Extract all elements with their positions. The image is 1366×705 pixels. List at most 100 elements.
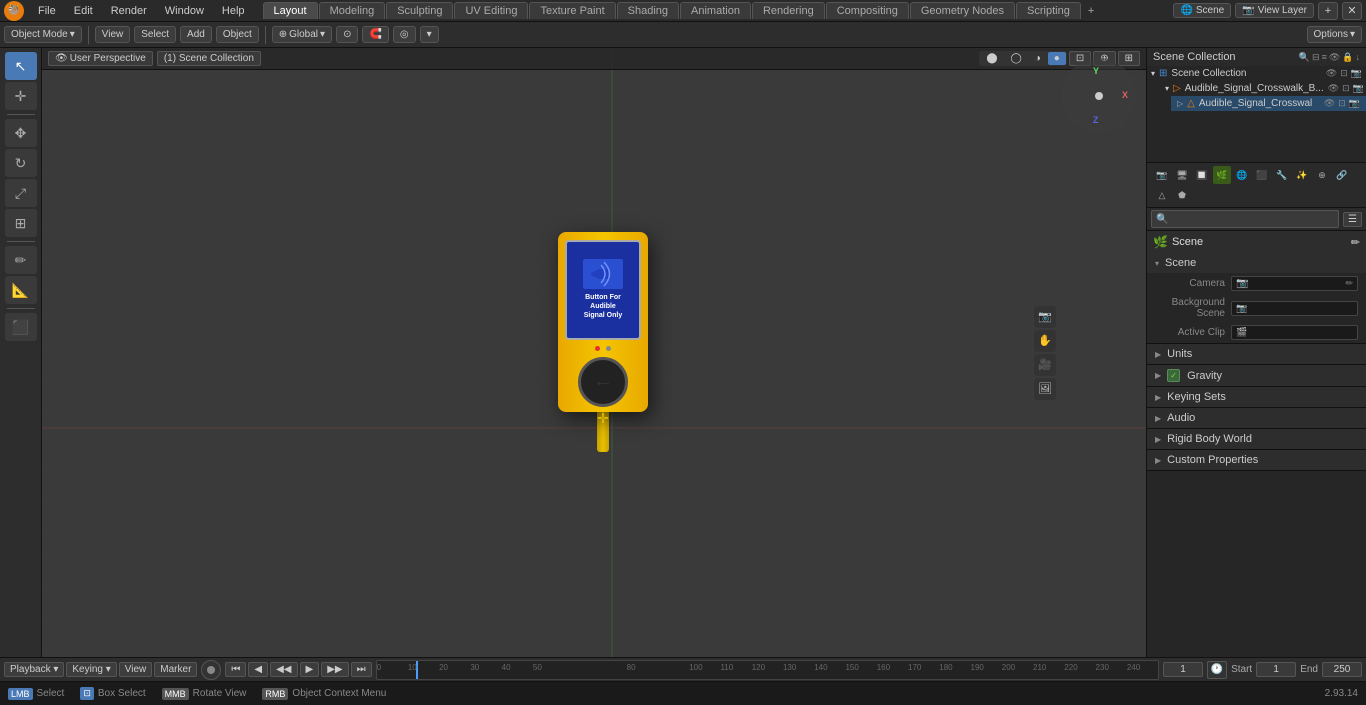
gravity-checkbox[interactable]: ✓ <box>1167 369 1180 382</box>
select-tool[interactable]: ↖ <box>5 52 37 80</box>
active-clip-value[interactable]: 🎬 <box>1231 325 1358 340</box>
props-tab-data[interactable]: △ <box>1153 186 1171 204</box>
item1-render-icon[interactable]: 📷 <box>1353 83 1364 94</box>
tab-uv-editing[interactable]: UV Editing <box>454 2 528 19</box>
units-section-header[interactable]: ▶ Units <box>1147 344 1366 364</box>
tab-sculpting[interactable]: Sculpting <box>386 2 453 19</box>
current-frame-input[interactable]: 1 <box>1163 662 1203 677</box>
jump-start-btn[interactable]: ⏮ <box>225 662 246 677</box>
menu-help[interactable]: Help <box>214 3 253 19</box>
next-frame-btn[interactable]: ▶▶ <box>321 662 348 677</box>
add-menu[interactable]: Add <box>180 26 212 43</box>
visibility-icon[interactable]: 👁 <box>1326 68 1337 79</box>
menu-window[interactable]: Window <box>157 3 212 19</box>
gravity-section-header[interactable]: ▶ ✓ Gravity <box>1147 365 1366 386</box>
lock-icon[interactable]: 🔒 <box>1342 52 1353 63</box>
camera-track-tool[interactable]: 🎥 <box>1034 354 1056 376</box>
tab-texture-paint[interactable]: Texture Paint <box>529 2 615 19</box>
props-tab-physics[interactable]: ⊕ <box>1313 166 1331 184</box>
jump-end-btn[interactable]: ⏭ <box>351 662 372 677</box>
reverse-play-btn[interactable]: ◀◀ <box>270 662 297 677</box>
tab-compositing[interactable]: Compositing <box>826 2 909 19</box>
gizmo-y-axis[interactable]: Y <box>1093 66 1099 76</box>
filter-icon[interactable]: 🔍 <box>1299 52 1310 63</box>
props-tab-constraints[interactable]: 🔗 <box>1333 166 1351 184</box>
viewport-solid-mode[interactable]: ⬤ <box>980 52 1003 65</box>
measure-tool[interactable]: 📐 <box>5 276 37 304</box>
start-frame-input[interactable]: 1 <box>1256 662 1296 677</box>
rigid-body-section-header[interactable]: ▶ Rigid Body World <box>1147 429 1366 449</box>
remove-scene-button[interactable]: ✕ <box>1342 2 1362 20</box>
background-scene-value[interactable]: 📷 <box>1231 301 1358 316</box>
viewport-view-btn[interactable]: 👁 User Perspective <box>48 51 153 66</box>
audio-section-header[interactable]: ▶ Audio <box>1147 408 1366 428</box>
timeline-record-btn[interactable] <box>201 660 221 680</box>
cursor-tool[interactable]: ✛ <box>5 82 37 110</box>
outliner-item-object2[interactable]: ▷ △ Audible_Signal_Crosswal 👁 ⊡ 📷 <box>1171 96 1366 111</box>
object-menu[interactable]: Object <box>216 26 259 43</box>
camera-view-tool[interactable]: 📷 <box>1034 306 1056 328</box>
props-tab-object[interactable]: ⬛ <box>1253 166 1271 184</box>
outliner-item-object1[interactable]: ▾ ▷ Audible_Signal_Crosswalk_B... 👁 ⊡ 📷 <box>1159 81 1366 96</box>
menu-file[interactable]: File <box>30 3 64 19</box>
viewport-wireframe-mode[interactable]: ◯ <box>1005 52 1028 65</box>
gizmo-z-axis[interactable]: Z <box>1093 115 1099 125</box>
viewport-material-mode[interactable]: ◑ <box>1029 52 1047 65</box>
funnel-icon[interactable]: ⊟ <box>1312 52 1320 63</box>
viewport[interactable]: 👁 User Perspective (1) Scene Collection … <box>42 48 1146 657</box>
annotate-tool[interactable]: ✏ <box>5 246 37 274</box>
pivot-point[interactable]: ⊙ <box>336 26 358 43</box>
view-menu[interactable]: View <box>95 26 131 43</box>
render-icon[interactable]: 📷 <box>1351 68 1362 79</box>
filter-button[interactable]: ☰ <box>1343 212 1362 227</box>
item1-viewport-icon[interactable]: ⊡ <box>1342 83 1350 94</box>
render-tool[interactable]: 🖼 <box>1034 378 1056 400</box>
tab-geometry-nodes[interactable]: Geometry Nodes <box>910 2 1015 19</box>
tab-rendering[interactable]: Rendering <box>752 2 825 19</box>
proportional-edit[interactable]: ◎ <box>393 26 416 43</box>
tab-animation[interactable]: Animation <box>680 2 751 19</box>
add-cube-tool[interactable]: ⬛ <box>5 313 37 341</box>
snap-toggle[interactable]: 🧲 <box>362 26 388 43</box>
eye-icon[interactable]: 👁 <box>1329 52 1340 63</box>
item2-viewport-icon[interactable]: ⊡ <box>1338 98 1346 109</box>
menu-edit[interactable]: Edit <box>66 3 101 19</box>
sort-icon[interactable]: ≡ <box>1322 52 1327 63</box>
timeline-area[interactable]: 0 10 20 30 40 50 80 100 110 120 130 140 … <box>376 660 1159 680</box>
proportional-dropdown[interactable]: ▾ <box>420 26 439 43</box>
viewport-icon[interactable]: ⊡ <box>1340 68 1348 79</box>
transform-tool[interactable]: ⊞ <box>5 209 37 237</box>
props-tab-render[interactable]: 📷 <box>1153 166 1171 184</box>
navigation-gizmo[interactable]: X Y Z <box>1061 58 1136 133</box>
item2-render-icon[interactable]: 📷 <box>1349 98 1360 109</box>
props-tab-output[interactable]: 🖥 <box>1173 166 1191 184</box>
viewport-collection-btn[interactable]: (1) Scene Collection <box>157 51 261 66</box>
add-workspace-button[interactable]: + <box>1082 3 1100 19</box>
view-layer-selector[interactable]: 📷 View Layer <box>1235 3 1314 18</box>
camera-value[interactable]: 📷 ✏ <box>1231 276 1358 291</box>
props-tab-view-layer[interactable]: 🔲 <box>1193 166 1211 184</box>
play-btn[interactable]: ▶ <box>300 662 320 677</box>
menu-render[interactable]: Render <box>103 3 155 19</box>
properties-edit-icon[interactable]: ✏ <box>1351 236 1360 249</box>
scene-selector[interactable]: 🌐 Scene <box>1173 3 1231 18</box>
item2-visibility-icon[interactable]: 👁 <box>1324 98 1335 109</box>
hand-tool[interactable]: ✋ <box>1034 330 1056 352</box>
outliner-item-collection[interactable]: ▾ ⊞ Scene Collection 👁 ⊡ 📷 <box>1147 66 1366 81</box>
scene-section-header[interactable]: ▾ Scene <box>1147 253 1366 273</box>
properties-scene-icon-row[interactable]: 🌿 Scene ✏ <box>1147 231 1366 253</box>
rotate-tool[interactable]: ↻ <box>5 149 37 177</box>
properties-search[interactable]: 🔍 <box>1151 210 1339 228</box>
playback-menu[interactable]: Playback ▾ <box>4 662 64 677</box>
tab-scripting[interactable]: Scripting <box>1016 2 1081 19</box>
time-mode-btn[interactable]: 🕐 <box>1207 661 1227 679</box>
props-tab-world[interactable]: 🌐 <box>1233 166 1251 184</box>
add-scene-button[interactable]: + <box>1318 2 1338 20</box>
item1-visibility-icon[interactable]: 👁 <box>1328 83 1339 94</box>
keying-menu[interactable]: Keying ▾ <box>66 662 116 677</box>
custom-properties-header[interactable]: ▶ Custom Properties <box>1147 450 1366 470</box>
tab-layout[interactable]: Layout <box>263 2 318 19</box>
props-tab-modifiers[interactable]: 🔧 <box>1273 166 1291 184</box>
transform-global[interactable]: ⊕ Global ▾ <box>272 26 332 43</box>
options-btn[interactable]: Options ▾ <box>1307 26 1363 43</box>
